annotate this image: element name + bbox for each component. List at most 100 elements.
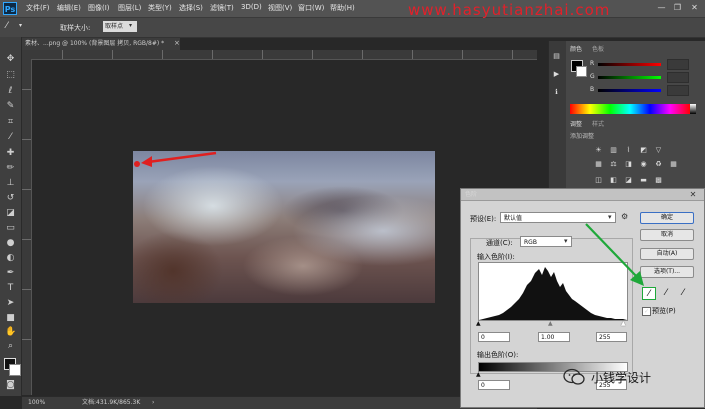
lasso-tool-icon[interactable]: ℓ: [5, 86, 16, 97]
menu-image[interactable]: 图像(I): [88, 3, 110, 13]
levels-adjust-icon[interactable]: ▥: [609, 146, 618, 155]
zoom-tool-icon[interactable]: ⌕: [5, 341, 16, 352]
restore-button[interactable]: ❐: [672, 3, 683, 13]
exposure-icon[interactable]: ◩: [639, 146, 648, 155]
input-black-field[interactable]: 0: [478, 332, 510, 342]
history-brush-icon[interactable]: ↺: [5, 193, 16, 204]
green-slider[interactable]: [598, 76, 661, 79]
quick-mask-icon[interactable]: ◙: [5, 380, 16, 391]
menu-view[interactable]: 视图(V): [268, 3, 292, 13]
vibrance-icon[interactable]: ▽: [654, 146, 663, 155]
blur-tool-icon[interactable]: ●: [5, 238, 16, 249]
menu-filter[interactable]: 滤镜(T): [210, 3, 234, 13]
eyedropper-icon[interactable]: ⁄: [5, 132, 16, 143]
input-gamma-field[interactable]: 1.00: [538, 332, 570, 342]
output-black-slider[interactable]: ▲: [476, 371, 481, 378]
input-white-slider[interactable]: ▲: [621, 320, 626, 327]
curves-icon[interactable]: ⌇: [624, 146, 633, 155]
input-white-field[interactable]: 255: [596, 332, 627, 342]
tool-preset-chevron-icon[interactable]: ▾: [19, 22, 22, 29]
menu-layer[interactable]: 图层(L): [118, 3, 141, 13]
input-black-slider[interactable]: ▲: [476, 320, 481, 327]
output-black-field[interactable]: 0: [478, 380, 510, 390]
red-arrow-annotation: [141, 151, 217, 167]
status-arrow-icon[interactable]: ›: [152, 397, 154, 409]
red-value-box[interactable]: [667, 59, 689, 70]
actions-panel-icon[interactable]: ▶: [552, 70, 561, 79]
path-select-tool-icon[interactable]: ➤: [5, 298, 16, 309]
info-panel-icon[interactable]: ℹ: [552, 88, 561, 97]
menu-select[interactable]: 选择(S): [179, 3, 203, 13]
tab-swatches[interactable]: 色板: [592, 45, 604, 55]
eraser-tool-icon[interactable]: ◪: [5, 208, 16, 219]
ruler-tick: [262, 50, 263, 59]
dialog-title-bar[interactable]: 色阶: [461, 189, 704, 201]
invert-icon[interactable]: ◫: [594, 176, 603, 185]
document-image[interactable]: [133, 151, 435, 303]
tab-color[interactable]: 颜色: [570, 45, 582, 55]
white-point-eyedropper-icon[interactable]: ⁄: [676, 287, 690, 300]
history-panel-icon[interactable]: ▤: [552, 52, 561, 61]
pen-tool-icon[interactable]: ✒: [5, 268, 16, 279]
input-gamma-slider[interactable]: ▲: [548, 320, 553, 327]
preset-label: 预设(E):: [470, 215, 497, 223]
dialog-close-icon[interactable]: ✕: [686, 190, 700, 200]
zoom-level[interactable]: 100%: [28, 397, 45, 409]
tab-styles[interactable]: 样式: [592, 120, 604, 130]
input-levels-label: 输入色阶(I):: [477, 253, 515, 261]
gradient-tool-icon[interactable]: ▭: [5, 223, 16, 234]
hue-saturation-icon[interactable]: ▦: [594, 160, 603, 169]
ruler-tick: [212, 50, 213, 59]
slider-label-b: B: [590, 86, 595, 93]
menu-edit[interactable]: 编辑(E): [57, 3, 81, 13]
preset-options-gear-icon[interactable]: ⚙: [621, 212, 628, 221]
healing-brush-icon[interactable]: ✚: [5, 148, 16, 159]
gradient-map-icon[interactable]: ▬: [639, 176, 648, 185]
stamp-tool-icon[interactable]: ⊥: [5, 178, 16, 189]
blue-value-box[interactable]: [667, 85, 689, 96]
crop-tool-icon[interactable]: ⌗: [5, 117, 16, 128]
menu-help[interactable]: 帮助(H): [330, 3, 355, 13]
menu-type[interactable]: 类型(Y): [148, 3, 172, 13]
background-color-swatch[interactable]: [9, 364, 21, 376]
color-lookup-icon[interactable]: ▦: [669, 160, 678, 169]
red-slider[interactable]: [598, 63, 661, 66]
selective-color-icon[interactable]: ▩: [654, 176, 663, 185]
preview-checkbox[interactable]: ✓: [642, 307, 651, 316]
move-tool-icon[interactable]: ✥: [5, 54, 16, 65]
color-balance-icon[interactable]: ⚖: [609, 160, 618, 169]
color-panel-background[interactable]: [576, 66, 587, 77]
grayscale-bar[interactable]: [690, 104, 696, 114]
channel-mixer-icon[interactable]: ♻: [654, 160, 663, 169]
color-spectrum-bar[interactable]: [570, 104, 690, 114]
type-tool-icon[interactable]: T: [5, 283, 16, 294]
green-arrow-annotation: [585, 223, 644, 286]
hand-tool-icon[interactable]: ✋: [5, 327, 16, 338]
marquee-tool-icon[interactable]: ⬚: [5, 70, 16, 81]
blue-slider[interactable]: [598, 89, 661, 92]
eyedropper-tool-icon[interactable]: ⁄: [6, 21, 16, 32]
photo-filter-icon[interactable]: ◉: [639, 160, 648, 169]
black-white-icon[interactable]: ◨: [624, 160, 633, 169]
gray-point-eyedropper-icon[interactable]: ⁄: [659, 287, 673, 300]
shape-tool-icon[interactable]: ■: [5, 313, 16, 324]
document-tab[interactable]: 素材、...png @ 100% (背景图层 拷贝, RGB/8#) *: [22, 38, 180, 50]
close-window-button[interactable]: ✕: [689, 3, 700, 13]
quick-select-tool-icon[interactable]: ✎: [5, 101, 16, 112]
tab-adjustments[interactable]: 调整: [570, 120, 582, 130]
menu-window[interactable]: 窗口(W): [298, 3, 324, 13]
brush-tool-icon[interactable]: ✏: [5, 163, 16, 174]
dodge-tool-icon[interactable]: ◐: [5, 253, 16, 264]
threshold-icon[interactable]: ◪: [624, 176, 633, 185]
horizontal-ruler: [22, 50, 537, 60]
ruler-tick: [412, 50, 413, 59]
red-arrow-head: [141, 156, 152, 167]
document-tab-close-icon[interactable]: ×: [174, 39, 180, 47]
green-value-box[interactable]: [667, 72, 689, 83]
menu-3d[interactable]: 3D(D): [241, 3, 262, 11]
menu-file[interactable]: 文件(F): [26, 3, 50, 13]
ruler-tick: [112, 50, 113, 59]
brightness-icon[interactable]: ☀: [594, 146, 603, 155]
posterize-icon[interactable]: ◧: [609, 176, 618, 185]
minimize-button[interactable]: —: [656, 3, 667, 13]
